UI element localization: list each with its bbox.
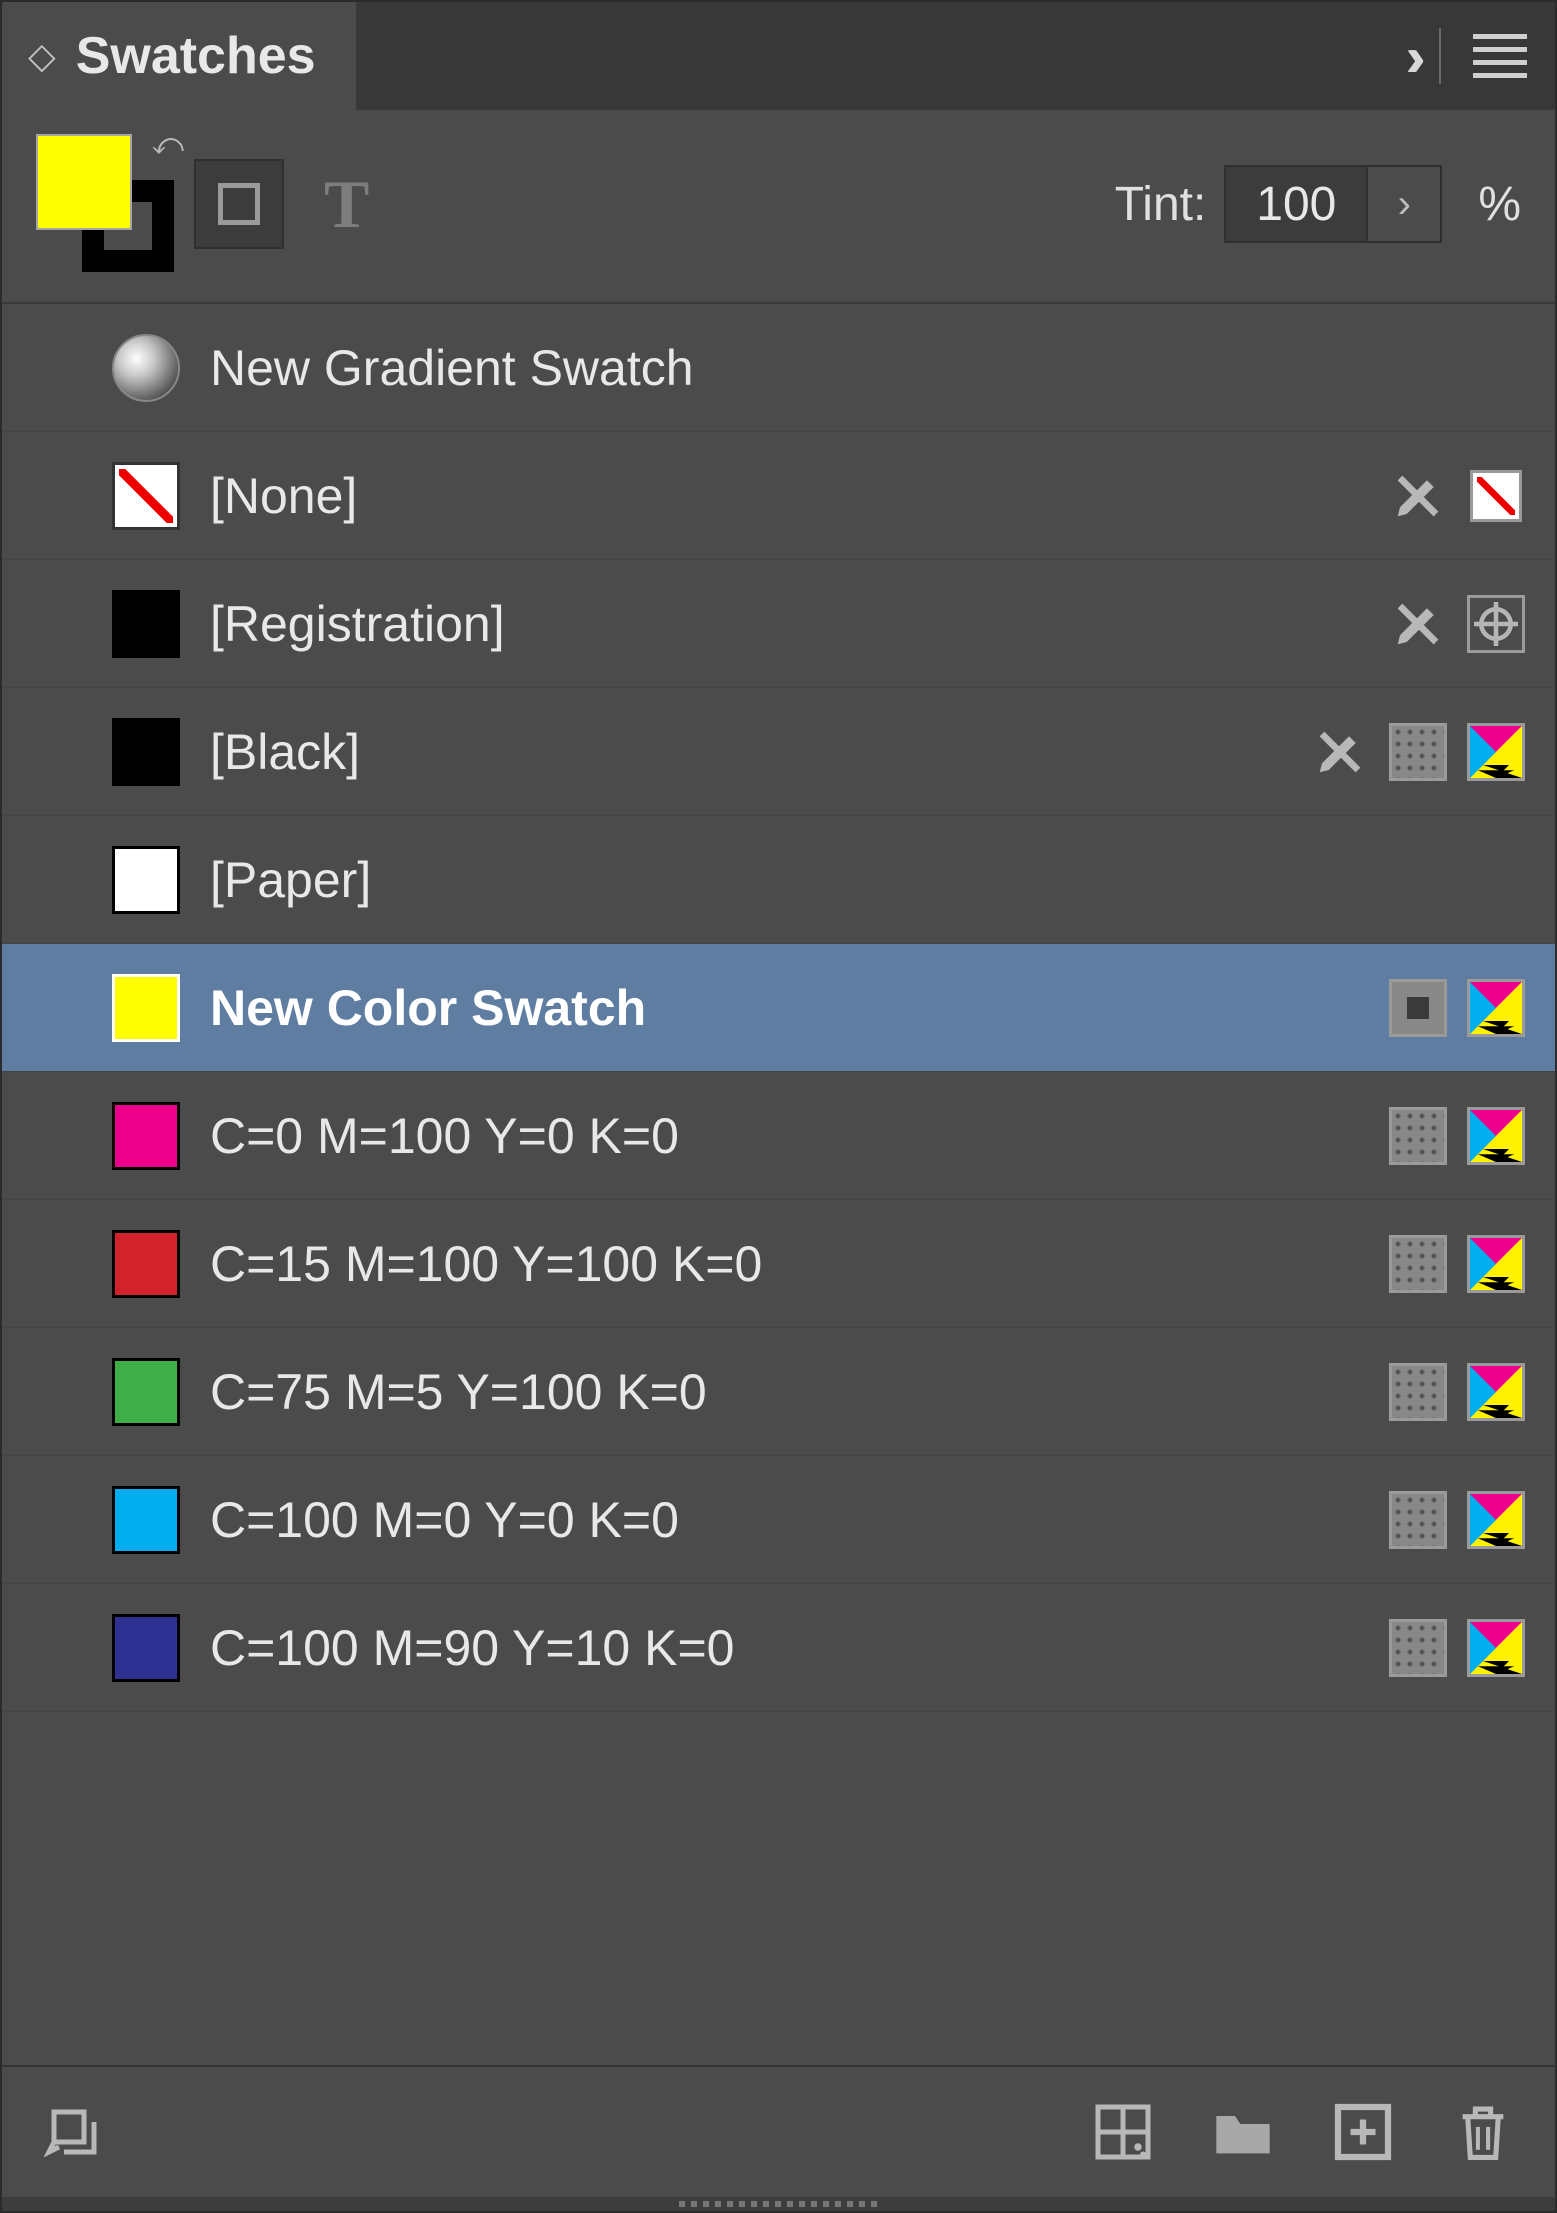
swatch-chip: [112, 1102, 180, 1170]
panel-title: Swatches: [76, 26, 316, 86]
swatch-status-icons: [1389, 1235, 1525, 1293]
panel-tab[interactable]: ◇ Swatches: [2, 2, 356, 110]
resize-grip[interactable]: [2, 2197, 1555, 2211]
spot-color-icon: [1389, 979, 1447, 1037]
swatch-row[interactable]: C=75 M=5 Y=100 K=0: [2, 1328, 1555, 1456]
fill-stroke-proxy[interactable]: ⤺: [36, 134, 176, 274]
swatch-status-icons: [1389, 595, 1525, 653]
swatch-status-icons: [1389, 1619, 1525, 1677]
registration-icon: [1467, 595, 1525, 653]
swatch-row[interactable]: [Registration]: [2, 560, 1555, 688]
swatch-chip: [112, 462, 180, 530]
tint-label: Tint:: [1115, 177, 1207, 232]
process-color-icon: [1467, 979, 1525, 1037]
non-editable-icon: [1389, 467, 1447, 525]
show-swatch-options-icon[interactable]: [42, 2100, 106, 2164]
swatch-row[interactable]: New Color Swatch: [2, 944, 1555, 1072]
swatch-status-icons: [1389, 1363, 1525, 1421]
swatch-label: C=0 M=100 Y=0 K=0: [210, 1107, 1359, 1165]
panel-menu-icon[interactable]: [1473, 34, 1527, 78]
swatch-label: [None]: [210, 467, 1359, 525]
tint-input-group: ›: [1224, 165, 1442, 243]
swatch-chip: [112, 974, 180, 1042]
swatch-label: C=75 M=5 Y=100 K=0: [210, 1363, 1359, 1421]
swatch-chip: [112, 718, 180, 786]
swatch-row[interactable]: [Paper]: [2, 816, 1555, 944]
process-color-icon: [1467, 1491, 1525, 1549]
swatch-chip: [112, 590, 180, 658]
process-color-icon: [1467, 1107, 1525, 1165]
tint-input[interactable]: [1226, 167, 1366, 241]
tint-slider-toggle[interactable]: ›: [1366, 167, 1440, 241]
formatting-container-button[interactable]: [194, 159, 284, 249]
swatch-status-icons: [1311, 723, 1525, 781]
swatch-label: New Color Swatch: [210, 979, 1359, 1037]
tint-percent-label: %: [1478, 177, 1521, 232]
halftone-icon: [1389, 1619, 1447, 1677]
none-type-icon: [1467, 467, 1525, 525]
halftone-icon: [1389, 1235, 1447, 1293]
non-editable-icon: [1389, 595, 1447, 653]
swatch-chip: [112, 1614, 180, 1682]
swatches-panel: ◇ Swatches ›› ⤺ T Tint: › % New Gr: [0, 0, 1557, 2213]
swap-fill-stroke-icon[interactable]: ⤺: [152, 128, 184, 162]
swatch-view-mode-icon[interactable]: [1091, 2100, 1155, 2164]
panel-footer: [2, 2065, 1555, 2197]
swatch-chip: [112, 1230, 180, 1298]
swatch-label: New Gradient Swatch: [210, 339, 1495, 397]
formatting-text-button[interactable]: T: [314, 165, 369, 244]
swatch-status-icons: [1389, 979, 1525, 1037]
swatch-chip: [112, 334, 180, 402]
swatch-status-icons: [1389, 467, 1525, 525]
swatch-status-icons: [1389, 1491, 1525, 1549]
swatch-chip: [112, 846, 180, 914]
process-color-icon: [1467, 1363, 1525, 1421]
swatch-row[interactable]: [Black]: [2, 688, 1555, 816]
swatch-label: [Registration]: [210, 595, 1359, 653]
fill-color-box[interactable]: [36, 134, 132, 230]
process-color-icon: [1467, 1235, 1525, 1293]
controls-row: ⤺ T Tint: › %: [2, 110, 1555, 304]
swatch-status-icons: [1389, 1107, 1525, 1165]
new-color-group-icon[interactable]: [1211, 2100, 1275, 2164]
swatch-row[interactable]: C=100 M=90 Y=10 K=0: [2, 1584, 1555, 1712]
halftone-icon: [1389, 723, 1447, 781]
swatch-label: [Paper]: [210, 851, 1495, 909]
swatch-row[interactable]: [None]: [2, 432, 1555, 560]
swatch-label: C=100 M=90 Y=10 K=0: [210, 1619, 1359, 1677]
swatch-label: C=100 M=0 Y=0 K=0: [210, 1491, 1359, 1549]
halftone-icon: [1389, 1363, 1447, 1421]
expand-collapse-icon[interactable]: ◇: [28, 35, 56, 77]
swatch-row[interactable]: New Gradient Swatch: [2, 304, 1555, 432]
swatch-row[interactable]: C=100 M=0 Y=0 K=0: [2, 1456, 1555, 1584]
non-editable-icon: [1311, 723, 1369, 781]
halftone-icon: [1389, 1107, 1447, 1165]
swatch-label: C=15 M=100 Y=100 K=0: [210, 1235, 1359, 1293]
swatch-list: New Gradient Swatch [None] [Registration]…: [2, 304, 1555, 2065]
swatch-row[interactable]: C=0 M=100 Y=0 K=0: [2, 1072, 1555, 1200]
swatch-row[interactable]: C=15 M=100 Y=100 K=0: [2, 1200, 1555, 1328]
delete-swatch-icon[interactable]: [1451, 2100, 1515, 2164]
panel-header: ◇ Swatches ››: [2, 2, 1555, 110]
swatch-chip: [112, 1358, 180, 1426]
new-swatch-icon[interactable]: [1331, 2100, 1395, 2164]
process-color-icon: [1467, 1619, 1525, 1677]
divider: [1439, 28, 1441, 84]
process-color-icon: [1467, 723, 1525, 781]
swatch-label: [Black]: [210, 723, 1281, 781]
halftone-icon: [1389, 1491, 1447, 1549]
swatch-chip: [112, 1486, 180, 1554]
